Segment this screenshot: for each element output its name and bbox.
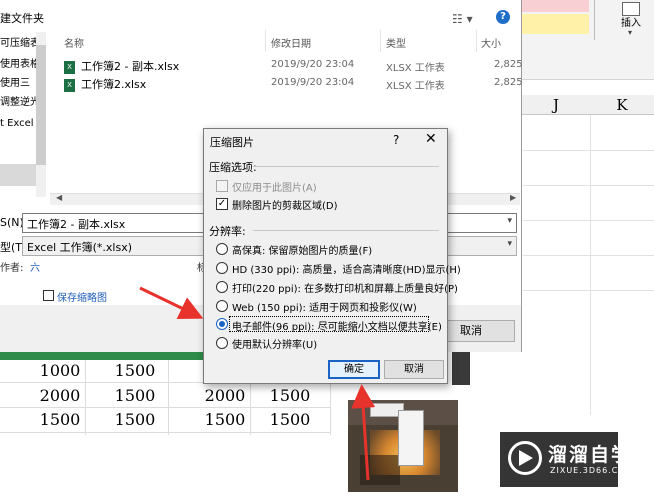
ok-button[interactable]: 确定 (328, 360, 380, 379)
grid-line (0, 432, 330, 433)
grid-line (0, 407, 330, 408)
author-value[interactable]: 六 (30, 259, 40, 274)
grid-line (523, 185, 654, 186)
dialog-title: 压缩图片 (210, 136, 254, 149)
play-icon (519, 450, 533, 466)
column-header-j[interactable]: J (522, 95, 590, 115)
file-name: 工作簿2 - 副本.xlsx (81, 60, 180, 73)
author-label: 作者: (0, 263, 24, 274)
scroll-left-icon[interactable]: ◀ (56, 193, 62, 202)
resolution-radio-default[interactable] (216, 337, 228, 349)
help-icon[interactable]: ? (496, 10, 510, 24)
ribbon-divider (594, 0, 595, 40)
compress-options-heading: 压缩选项: (209, 161, 257, 174)
table-cell[interactable]: 1500 (95, 361, 175, 380)
scroll-right-icon[interactable]: ▶ (510, 193, 516, 202)
resolution-label-email[interactable]: 电子邮件(96 ppi): 尽可能缩小文档以便共享(E) (232, 318, 442, 333)
filename-value: 工作簿2 - 副本.xlsx (27, 218, 126, 231)
resolution-label-hd[interactable]: HD (330 ppi): 高质量，适合高清晰度(HD)显示(H) (232, 261, 461, 276)
chevron-down-icon[interactable]: ▾ (507, 216, 512, 226)
scrollbar-thumb[interactable] (36, 45, 46, 165)
table-cell[interactable]: 1500 (95, 386, 175, 405)
grid-line (523, 150, 654, 151)
column-header-type[interactable]: 类型 (386, 35, 406, 50)
table-cell[interactable]: 1500 (20, 410, 100, 429)
insert-button-label[interactable]: 插入 (621, 14, 641, 29)
nav-item[interactable]: 调整逆光 (0, 93, 36, 108)
apply-only-checkbox[interactable] (216, 180, 228, 192)
grid-line (523, 255, 654, 256)
inserted-image[interactable] (452, 350, 470, 385)
table-cell[interactable]: 1000 (20, 361, 100, 380)
file-modified: 2019/9/20 23:04 (271, 59, 355, 70)
apply-only-label[interactable]: 仅应用于此图片(A) (232, 179, 317, 194)
nav-item[interactable]: 可压缩表 (0, 34, 36, 49)
divider (253, 166, 439, 167)
file-list-item[interactable]: X 工作簿2.xlsx 2019/9/20 23:04 XLSX 工作表 2,82… (64, 76, 523, 94)
resolution-label-default[interactable]: 使用默认分辨率(U) (232, 336, 317, 351)
image-menu (398, 410, 424, 466)
file-size: 2,825 (494, 77, 523, 88)
chevron-down-icon[interactable]: ▾ (628, 28, 632, 37)
save-thumbnail-label[interactable]: 保存缩略图 (57, 289, 107, 304)
nav-selection (0, 164, 36, 186)
file-type: XLSX 工作表 (386, 81, 445, 92)
column-header-k[interactable]: K (590, 95, 654, 115)
file-list-item[interactable]: X 工作簿2 - 副本.xlsx 2019/9/20 23:04 XLSX 工作表… (64, 58, 523, 76)
help-icon[interactable]: ? (393, 133, 399, 147)
resolution-radio-email[interactable] (216, 318, 228, 330)
column-separator (380, 30, 381, 52)
file-name: 工作簿2.xlsx (81, 78, 147, 91)
cell-style-swatch-yellow[interactable] (521, 14, 589, 34)
column-separator (476, 30, 477, 52)
nav-item[interactable]: 使用表格 (0, 55, 36, 70)
table-cell[interactable]: 1500 (95, 410, 175, 429)
resolution-radio-web[interactable] (216, 300, 228, 312)
delete-cropped-checkbox[interactable]: ✓ (216, 198, 228, 210)
column-header-size[interactable]: 大小 (481, 35, 501, 50)
watermark-url: ZIXUE.3D66.COM (550, 466, 634, 475)
nav-item[interactable]: 使用三 (0, 74, 36, 89)
resolution-radio-print[interactable] (216, 281, 228, 293)
resolution-label-web[interactable]: Web (150 ppi): 适用于网页和投影仪(W) (232, 299, 417, 314)
watermark-title: 溜溜自学 (548, 444, 633, 466)
file-type: XLSX 工作表 (386, 63, 445, 74)
chevron-down-icon[interactable]: ▾ (507, 239, 512, 249)
column-header-modified[interactable]: 修改日期 (271, 35, 311, 50)
save-thumbnail-checkbox[interactable] (43, 290, 54, 301)
resolution-heading: 分辨率: (209, 225, 246, 238)
column-header-name[interactable]: 名称 (64, 35, 84, 50)
file-size: 2,825 (494, 59, 523, 70)
grid-line (590, 115, 591, 415)
close-icon[interactable]: ✕ (425, 131, 437, 147)
column-separator (265, 30, 266, 52)
table-cell[interactable]: 1500 (250, 386, 330, 405)
cell-style-swatch-pink[interactable] (521, 0, 589, 12)
table-cell[interactable]: 2000 (20, 386, 100, 405)
resolution-label-hifi[interactable]: 高保真: 保留原始图片的质量(F) (232, 242, 372, 257)
excel-file-icon: X (64, 78, 75, 92)
resolution-label-print[interactable]: 打印(220 ppi): 在多数打印机和屏幕上质量良好(P) (232, 280, 458, 295)
delete-cropped-label[interactable]: 删除图片的剪裁区域(D) (232, 197, 338, 212)
cancel-button[interactable]: 取消 (384, 360, 444, 379)
resolution-radio-hd[interactable] (216, 262, 228, 274)
filetype-value: Excel 工作簿(*.xlsx) (27, 241, 133, 254)
view-options-icon[interactable]: ☷ ▾ (452, 12, 473, 26)
nav-item[interactable]: t Excel (0, 118, 36, 129)
grid-line (523, 290, 654, 291)
resolution-radio-hifi[interactable] (216, 243, 228, 255)
grid-line (523, 220, 654, 221)
divider (253, 230, 439, 231)
new-folder-button[interactable]: 建文件夹 (0, 10, 44, 26)
image-region (360, 455, 400, 485)
file-modified: 2019/9/20 23:04 (271, 77, 355, 88)
excel-file-icon: X (64, 60, 75, 74)
table-cell[interactable]: 1500 (250, 410, 330, 429)
